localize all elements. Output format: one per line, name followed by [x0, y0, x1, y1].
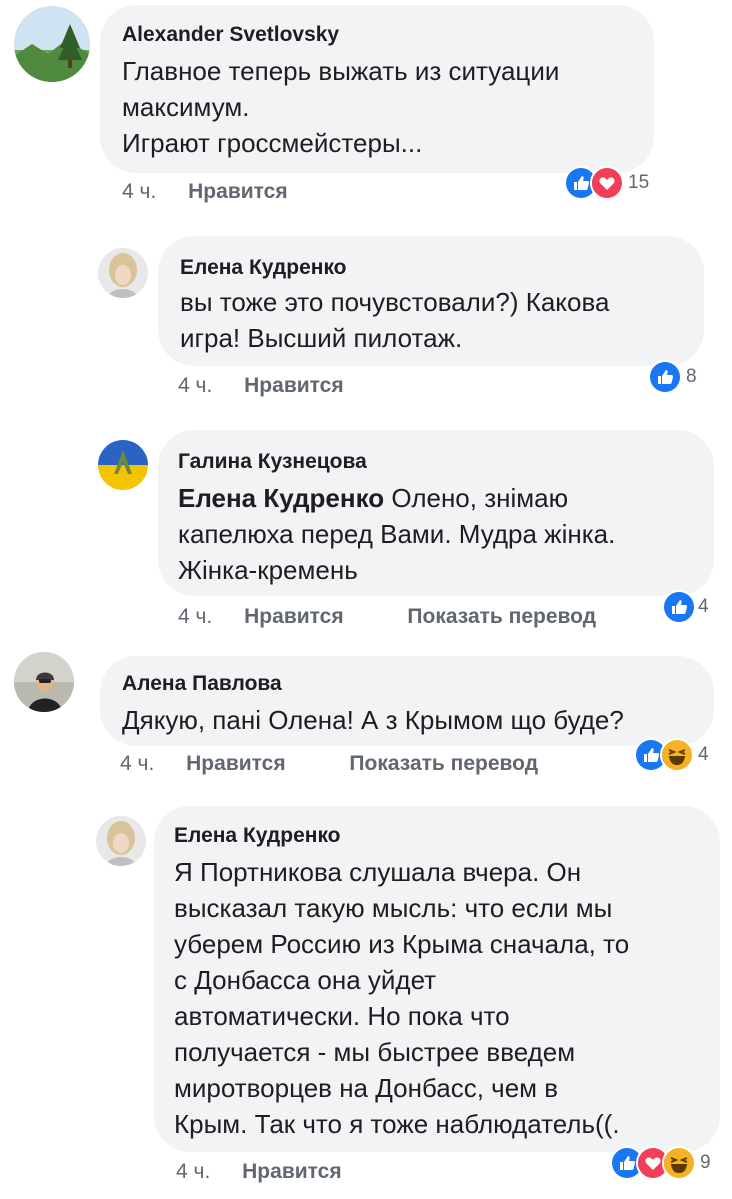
avatar-portrait-icon	[98, 248, 148, 298]
author-name[interactable]: Алена Павлова	[122, 672, 282, 696]
comment-bubble: Елена Кудренко Я Портникова слушала вчер…	[154, 806, 720, 1152]
reaction-count: 9	[700, 1152, 711, 1173]
love-icon	[590, 166, 624, 200]
comment-line: Играют гроссмейстеры...	[122, 128, 423, 158]
comment-meta: 4 ч. Нравится	[122, 180, 288, 204]
avatar-portrait-icon	[14, 652, 74, 712]
translate-button[interactable]: Показать перевод	[349, 752, 538, 775]
comment-line: капелюха перед Вами. Мудра жінка.	[178, 519, 616, 549]
comment-line-text: Олено, знімаю	[391, 483, 569, 513]
comment-line: Крым. Так что я тоже наблюдатель((.	[174, 1109, 620, 1139]
comment-meta: 4 ч. Нравится Показать перевод	[178, 605, 596, 629]
timestamp[interactable]: 4 ч.	[120, 752, 154, 775]
comment-bubble: Алена Павлова Дякую, пані Олена! А з Кры…	[100, 656, 714, 746]
comment-text: вы тоже это почувстовали?) Какова игра! …	[180, 284, 609, 356]
author-name[interactable]: Елена Кудренко	[174, 824, 341, 848]
comment-text: Главное теперь выжать из ситуации максим…	[122, 53, 559, 161]
comment-line: миротворцев на Донбасс, чем в	[174, 1073, 559, 1103]
avatar-flag-icon	[98, 440, 148, 490]
comment-meta: 4 ч. Нравится	[178, 374, 344, 398]
reaction-count: 8	[686, 366, 697, 387]
like-button[interactable]: Нравится	[242, 1160, 341, 1183]
avatar[interactable]	[96, 816, 146, 866]
haha-icon	[660, 738, 694, 772]
comment-text: Я Портникова слушала вчера. Он высказал …	[174, 854, 629, 1142]
comment-line: уберем Россию из Крыма сначала, то	[174, 929, 630, 959]
avatar[interactable]	[98, 248, 148, 298]
comment-bubble: Елена Кудренко вы тоже это почувстовали?…	[158, 236, 704, 366]
comment-meta: 4 ч. Нравится	[176, 1160, 342, 1184]
avatar-landscape-icon	[14, 6, 90, 82]
avatar-portrait-icon	[96, 816, 146, 866]
like-icon	[662, 590, 696, 624]
reaction-summary[interactable]: 9	[610, 1146, 711, 1180]
comment-bubble: Alexander Svetlovsky Главное теперь выжа…	[100, 5, 654, 173]
reaction-summary[interactable]: 15	[564, 166, 649, 200]
comment-bubble: Галина Кузнецова Елена Кудренко Олено, з…	[158, 430, 714, 596]
reaction-summary[interactable]: 4	[634, 738, 709, 772]
comment-meta: 4 ч. Нравится Показать перевод	[120, 752, 538, 776]
avatar[interactable]	[14, 652, 74, 712]
comment-line: максимум.	[122, 92, 250, 122]
comment-line: Елена Кудренко Олено, знімаю	[178, 480, 615, 516]
comment-line: игра! Высший пилотаж.	[180, 323, 463, 353]
comment-line: Я Портникова слушала вчера. Он	[174, 857, 582, 887]
timestamp[interactable]: 4 ч.	[122, 180, 156, 203]
like-button[interactable]: Нравится	[244, 374, 343, 397]
reaction-summary[interactable]: 8	[648, 360, 697, 394]
reaction-count: 4	[698, 744, 709, 765]
timestamp[interactable]: 4 ч.	[178, 605, 212, 628]
reaction-count: 4	[698, 596, 709, 617]
like-icon	[648, 360, 682, 394]
timestamp[interactable]: 4 ч.	[178, 374, 212, 397]
avatar[interactable]	[14, 6, 90, 82]
comment-line: Жінка-кремень	[178, 555, 358, 585]
avatar[interactable]	[98, 440, 148, 490]
reaction-count: 15	[628, 172, 650, 193]
reaction-summary[interactable]: 4	[662, 590, 709, 624]
translate-button[interactable]: Показать перевод	[407, 605, 596, 628]
timestamp[interactable]: 4 ч.	[176, 1160, 210, 1183]
like-button[interactable]: Нравится	[244, 605, 343, 628]
comment-text: Дякую, пані Олена! А з Крымом що буде?	[122, 702, 624, 738]
comment-text: Елена Кудренко Олено, знімаю капелюха пе…	[178, 480, 615, 588]
author-name[interactable]: Галина Кузнецова	[178, 450, 367, 474]
like-button[interactable]: Нравится	[186, 752, 285, 775]
author-name[interactable]: Елена Кудренко	[180, 256, 347, 280]
comment-line: Дякую, пані Олена! А з Крымом що буде?	[122, 705, 624, 735]
comment-line: вы тоже это почувстовали?) Какова	[180, 287, 610, 317]
author-name[interactable]: Alexander Svetlovsky	[122, 23, 339, 47]
comment-line: Главное теперь выжать из ситуации	[122, 56, 560, 86]
mention-link[interactable]: Елена Кудренко	[178, 483, 384, 513]
comment-line: высказал такую мысль: что если мы	[174, 893, 613, 923]
comment-line: автоматически. Но пока что	[174, 1001, 510, 1031]
like-button[interactable]: Нравится	[188, 180, 287, 203]
comment-line: с Донбасса она уйдет	[174, 965, 437, 995]
haha-icon	[662, 1146, 696, 1180]
comment-line: получается - мы быстрее введем	[174, 1037, 576, 1067]
